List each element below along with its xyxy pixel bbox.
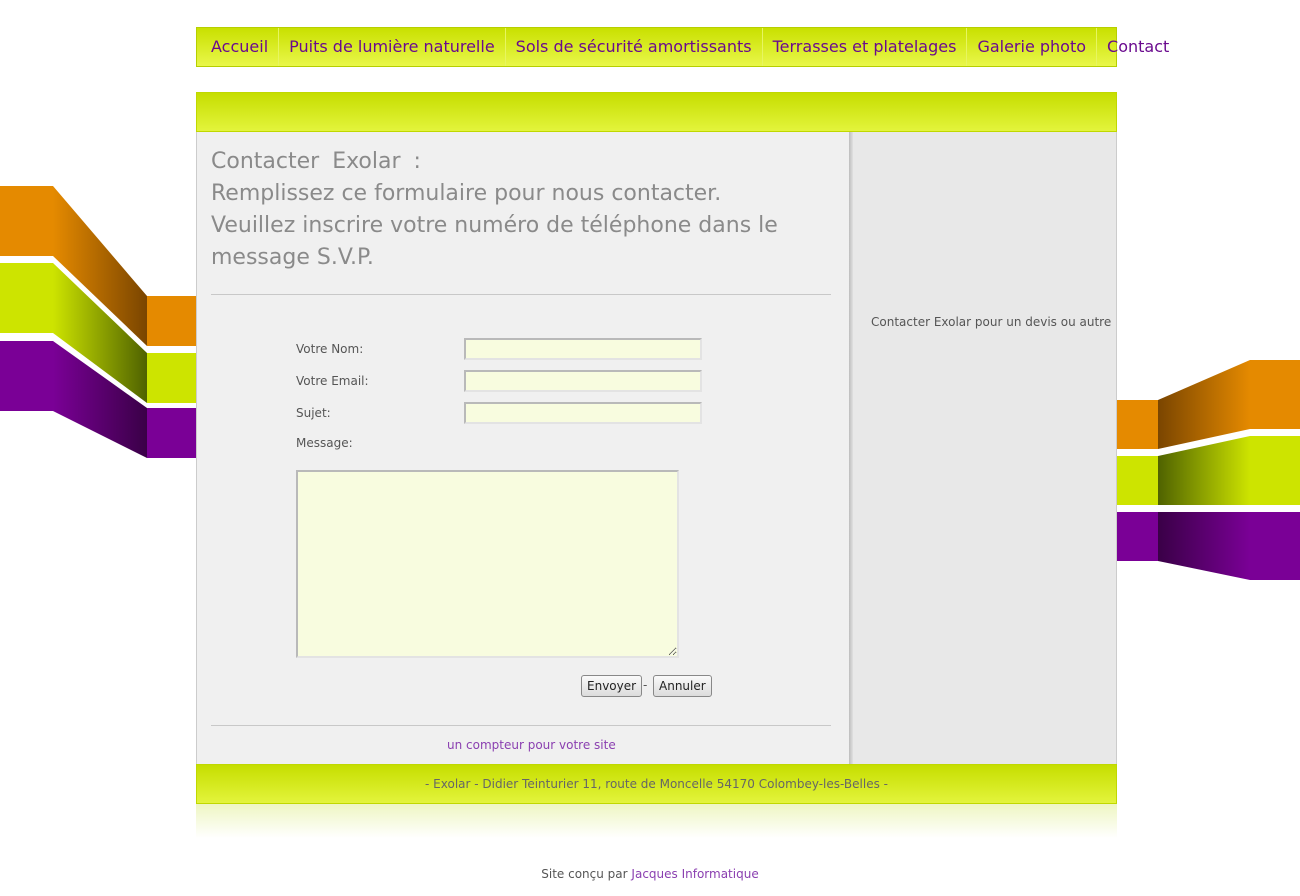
title-prefix: Contacter [211, 149, 320, 174]
message-textarea[interactable] [296, 470, 679, 658]
divider-bottom [211, 725, 831, 726]
title-subtitle-2: Veuillez inscrire votre numéro de téléph… [211, 213, 778, 270]
footer-address: - Exolar - Didier Teinturier 11, route d… [425, 777, 888, 791]
page-title: Contacter Exolar : Remplissez ce formula… [211, 146, 831, 274]
counter-link[interactable]: un compteur pour votre site [447, 738, 616, 752]
sidebar: Contacter Exolar pour un devis ou autre [853, 132, 1116, 764]
title-company: Exolar [332, 149, 401, 174]
credit-prefix: Site conçu par [541, 867, 628, 881]
nav-item-terrasses[interactable]: Terrasses et platelages [763, 28, 968, 66]
email-label: Votre Email: [296, 374, 369, 388]
credit-link[interactable]: Jacques Informatique [631, 867, 758, 881]
title-colon: : [413, 149, 421, 174]
subject-input[interactable] [464, 402, 702, 424]
site-credit: Site conçu par Jacques Informatique [0, 867, 1300, 881]
footer-bar: - Exolar - Didier Teinturier 11, route d… [196, 764, 1117, 804]
title-subtitle-1: Remplissez ce formulaire pour nous conta… [211, 181, 722, 206]
footer-reflection [196, 804, 1117, 838]
send-button[interactable]: Envoyer [581, 675, 643, 697]
nav-item-accueil[interactable]: Accueil [201, 28, 280, 66]
message-label: Message: [296, 436, 353, 450]
nav-item-contact[interactable]: Contact [1097, 28, 1179, 66]
header-banner [196, 92, 1117, 132]
decorative-ribbon-right [1117, 359, 1300, 584]
name-label: Votre Nom: [296, 342, 364, 356]
decorative-ribbon-left [0, 186, 196, 461]
subject-label: Sujet: [296, 406, 331, 420]
cancel-button[interactable]: Annuler [653, 675, 712, 697]
main-nav: Accueil Puits de lumière naturelle Sols … [196, 27, 1169, 67]
nav-item-sols-securite[interactable]: Sols de sécurité amortissants [506, 28, 763, 66]
nav-item-puits-lumiere[interactable]: Puits de lumière naturelle [279, 28, 506, 66]
nav-item-galerie-photo[interactable]: Galerie photo [967, 28, 1098, 66]
email-input[interactable] [464, 370, 702, 392]
content-column: Contacter Exolar : Remplissez ce formula… [197, 132, 849, 764]
main-area: Contacter Exolar : Remplissez ce formula… [196, 132, 1117, 764]
name-input[interactable] [464, 338, 702, 360]
sidebar-text: Contacter Exolar pour un devis ou autre [871, 315, 1112, 329]
button-separator: - [643, 678, 648, 692]
divider-top [211, 294, 831, 295]
